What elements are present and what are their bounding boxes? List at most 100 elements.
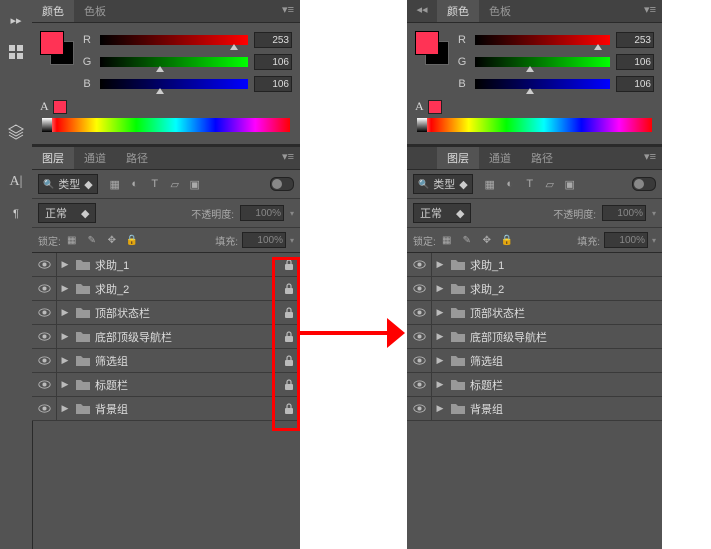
layer-row[interactable]: ▶顶部状态栏 [407,301,662,325]
layer-row[interactable]: ▶底部顶级导航栏 [32,325,300,349]
lock-all-icon[interactable]: 🔒 [125,233,139,247]
chevron-down-icon[interactable]: ▾ [290,236,294,245]
g-value-input[interactable] [616,54,654,70]
b-slider[interactable] [475,79,610,89]
layer-row[interactable]: ▶求助_1 [407,253,662,277]
filter-smart-icon[interactable]: ▣ [563,177,577,191]
tab-paths[interactable]: 路径 [521,147,563,169]
lock-position-icon[interactable]: ✥ [105,233,119,247]
lock-pixels-icon[interactable]: ✎ [85,233,99,247]
foreground-background-swatch[interactable] [40,31,74,65]
filter-pixel-icon[interactable]: ▦ [483,177,497,191]
fill-input[interactable] [604,232,648,248]
visibility-toggle-icon[interactable] [407,325,432,348]
fill-input[interactable] [242,232,286,248]
layer-row[interactable]: ▶筛选组 [32,349,300,373]
expand-triangle-icon[interactable]: ▶ [434,403,446,414]
layer-row[interactable]: ▶求助_2 [32,277,300,301]
tab-swatches[interactable]: 色板 [479,0,521,22]
swatches-tool-icon[interactable] [4,40,28,64]
tab-layers[interactable]: 图层 [32,147,74,169]
layer-row[interactable]: ▶求助_2 [407,277,662,301]
panel-menu-icon[interactable]: ▾≡ [276,147,300,169]
visibility-toggle-icon[interactable] [407,253,432,276]
expand-triangle-icon[interactable]: ▶ [434,283,446,294]
visibility-toggle-icon[interactable] [407,397,432,420]
b-value-input[interactable] [254,76,292,92]
tab-channels[interactable]: 通道 [479,147,521,169]
lock-icon[interactable] [278,331,300,343]
filter-shape-icon[interactable]: ▱ [543,177,557,191]
expand-triangle-icon[interactable]: ▶ [434,355,446,366]
g-value-input[interactable] [254,54,292,70]
lock-icon[interactable] [278,403,300,415]
expand-triangle-icon[interactable]: ▶ [434,259,446,270]
lock-icon[interactable] [278,283,300,295]
type-color-icon[interactable]: A [40,99,49,114]
layer-row[interactable]: ▶底部顶级导航栏 [407,325,662,349]
expand-triangle-icon[interactable]: ▶ [434,379,446,390]
opacity-input[interactable] [602,205,646,221]
filter-shape-icon[interactable]: ▱ [168,177,182,191]
panel-menu-icon[interactable]: ▾≡ [638,147,662,169]
filter-type-icon[interactable]: T [148,177,162,191]
paragraph-tool-icon[interactable]: ¶ [4,202,28,226]
g-slider[interactable] [100,57,248,67]
visibility-toggle-icon[interactable] [32,301,57,324]
lock-icon[interactable] [278,307,300,319]
lock-transparency-icon[interactable]: ▦ [440,233,454,247]
visibility-toggle-icon[interactable] [407,349,432,372]
expand-triangle-icon[interactable]: ▶ [59,307,71,318]
panel-menu-icon[interactable]: ▾≡ [276,0,300,22]
layer-row[interactable]: ▶标题栏 [32,373,300,397]
layer-kind-select[interactable]: 🔍 类型 ◆ [38,174,98,194]
visibility-toggle-icon[interactable] [407,373,432,396]
lock-icon[interactable] [278,379,300,391]
type-tool-icon[interactable]: A| [4,170,28,194]
visibility-toggle-icon[interactable] [32,253,57,276]
visibility-toggle-icon[interactable] [32,349,57,372]
lock-pixels-icon[interactable]: ✎ [460,233,474,247]
filter-pixel-icon[interactable]: ▦ [108,177,122,191]
r-slider[interactable] [475,35,610,45]
r-value-input[interactable] [616,32,654,48]
filter-toggle[interactable] [270,177,294,191]
expand-triangle-icon[interactable]: ▶ [59,283,71,294]
blend-mode-select[interactable]: 正常 ◆ [38,203,96,223]
layer-row[interactable]: ▶背景组 [32,397,300,421]
tab-paths[interactable]: 路径 [116,147,158,169]
panel-menu-icon[interactable]: ▾≡ [638,0,662,22]
expand-triangle-icon[interactable]: ▶ [59,379,71,390]
tiny-swatch[interactable] [428,100,442,114]
layers-tool-icon[interactable] [4,120,28,144]
visibility-toggle-icon[interactable] [32,397,57,420]
filter-adjustment-icon[interactable]: ◐ [503,177,517,191]
tab-color[interactable]: 颜色 [437,0,479,22]
foreground-background-swatch[interactable] [415,31,449,65]
visibility-toggle-icon[interactable] [407,277,432,300]
foreground-color-swatch[interactable] [415,31,439,55]
visibility-toggle-icon[interactable] [32,277,57,300]
lock-all-icon[interactable]: 🔒 [500,233,514,247]
type-color-icon[interactable]: A [415,99,424,114]
r-slider[interactable] [100,35,248,45]
chevron-down-icon[interactable]: ▾ [652,209,656,218]
b-slider[interactable] [100,79,248,89]
filter-smart-icon[interactable]: ▣ [188,177,202,191]
layer-row[interactable]: ▶筛选组 [407,349,662,373]
chevron-down-icon[interactable]: ▾ [290,209,294,218]
lock-icon[interactable] [278,355,300,367]
layer-row[interactable]: ▶背景组 [407,397,662,421]
foreground-color-swatch[interactable] [40,31,64,55]
hue-spectrum-strip[interactable] [42,118,290,132]
tab-color[interactable]: 颜色 [32,0,74,22]
layer-row[interactable]: ▶顶部状态栏 [32,301,300,325]
layer-kind-select[interactable]: 🔍 类型 ◆ [413,174,473,194]
expand-triangle-icon[interactable]: ▶ [59,355,71,366]
g-slider[interactable] [475,57,610,67]
visibility-toggle-icon[interactable] [32,325,57,348]
collapse-icon[interactable]: ◂◂ [407,0,437,22]
chevron-down-icon[interactable]: ▾ [652,236,656,245]
filter-type-icon[interactable]: T [523,177,537,191]
tab-layers[interactable]: 图层 [437,147,479,169]
